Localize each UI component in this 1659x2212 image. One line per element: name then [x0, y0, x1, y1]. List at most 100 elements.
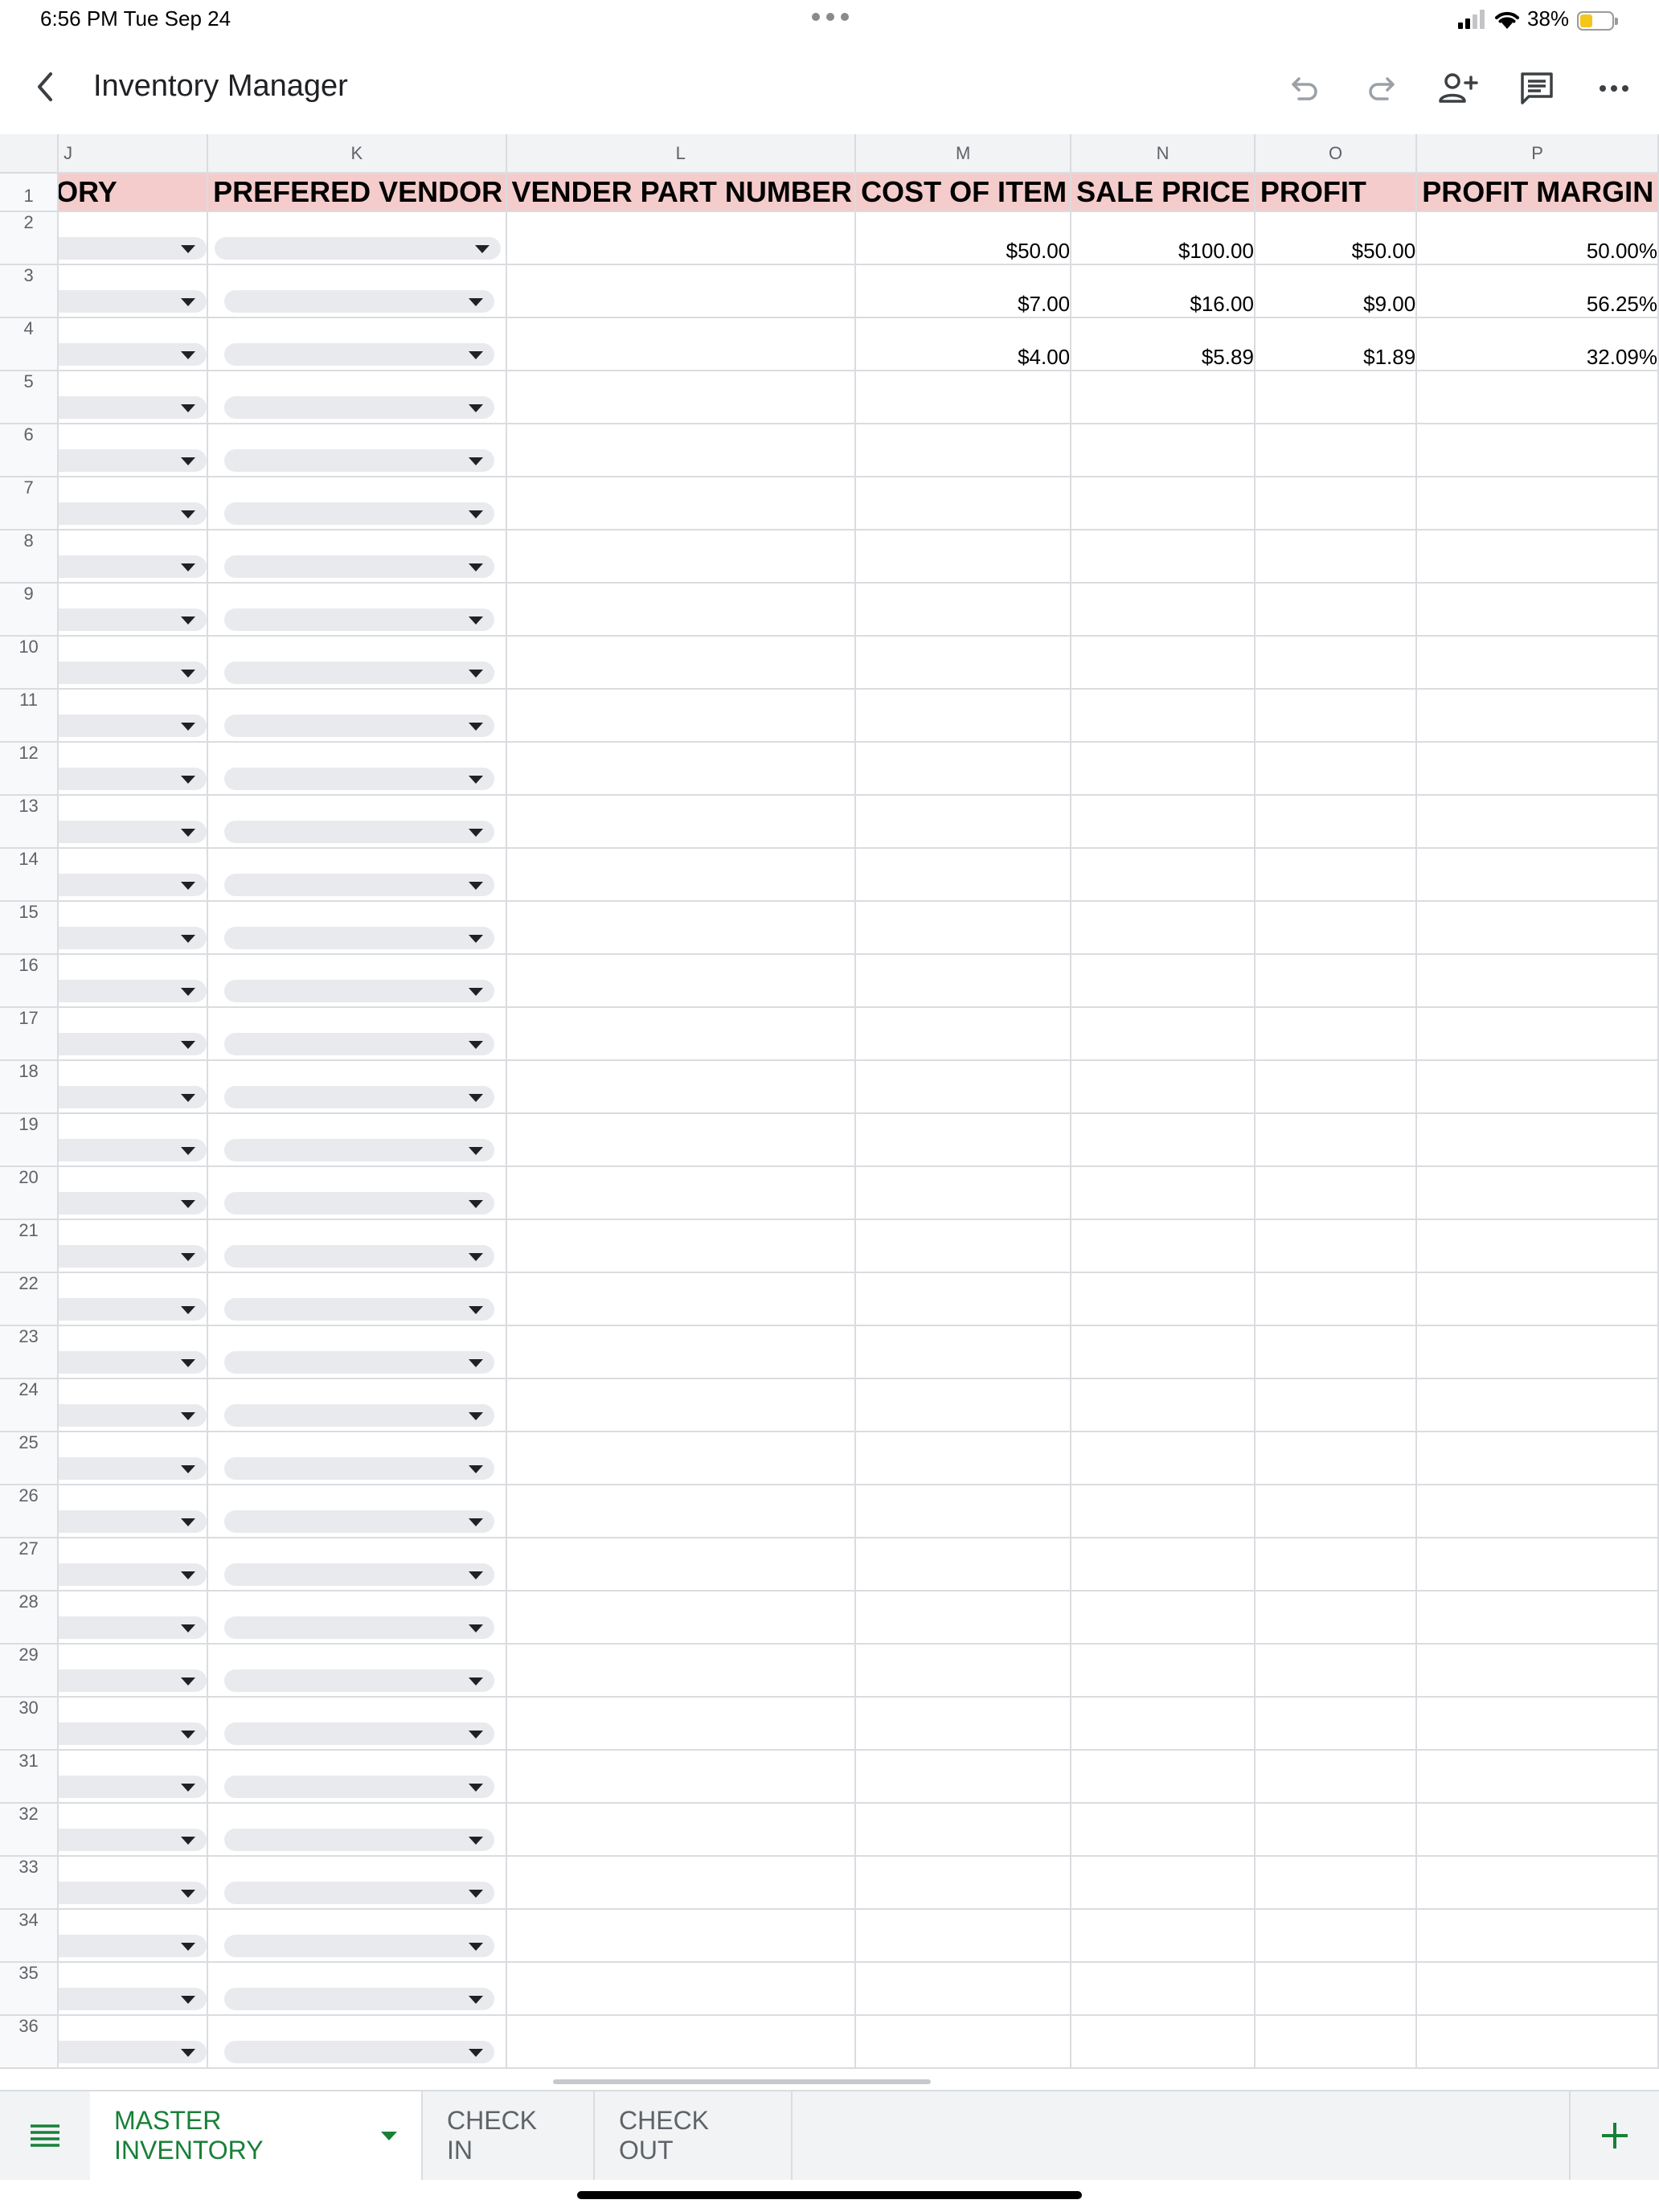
vendor-cell[interactable]: [207, 583, 507, 637]
part-number-cell[interactable]: [506, 317, 857, 371]
sale-price-cell[interactable]: $16.00: [1071, 264, 1256, 318]
profit-cell[interactable]: [1254, 1856, 1418, 1910]
sale-price-cell[interactable]: $100.00: [1071, 211, 1256, 265]
profit-margin-cell[interactable]: [1416, 742, 1659, 796]
vendor-cell[interactable]: [207, 211, 507, 265]
profit-cell[interactable]: [1254, 1962, 1418, 2016]
vendor-cell[interactable]: [207, 1909, 507, 1963]
vendor-dropdown[interactable]: [224, 343, 495, 366]
category-cell[interactable]: [58, 583, 209, 637]
cost-cell[interactable]: [855, 1909, 1072, 1963]
category-cell[interactable]: [58, 901, 209, 955]
profit-cell[interactable]: [1254, 1909, 1418, 1963]
sale-price-cell[interactable]: [1071, 1166, 1256, 1220]
sale-price-cell[interactable]: [1071, 530, 1256, 584]
row-number[interactable]: 33: [0, 1856, 59, 1910]
category-dropdown[interactable]: [58, 927, 207, 949]
sale-price-cell[interactable]: [1071, 477, 1256, 530]
vendor-dropdown[interactable]: [224, 715, 495, 737]
profit-cell[interactable]: [1254, 1272, 1418, 1326]
home-indicator[interactable]: [577, 2191, 1082, 2199]
category-dropdown[interactable]: [58, 1882, 207, 1904]
part-number-cell[interactable]: [506, 1591, 857, 1645]
redo-button[interactable]: [1358, 66, 1403, 111]
profit-margin-cell[interactable]: [1416, 848, 1659, 902]
vendor-cell[interactable]: [207, 1697, 507, 1751]
part-number-cell[interactable]: [506, 477, 857, 530]
row-number[interactable]: 12: [0, 742, 59, 796]
category-cell[interactable]: [58, 477, 209, 530]
part-number-cell[interactable]: [506, 1060, 857, 1114]
row-number[interactable]: 27: [0, 1538, 59, 1591]
vendor-cell[interactable]: [207, 1219, 507, 1273]
profit-margin-cell[interactable]: [1416, 583, 1659, 637]
sale-price-cell[interactable]: [1071, 689, 1256, 743]
category-cell[interactable]: [58, 1113, 209, 1167]
part-number-cell[interactable]: [506, 1697, 857, 1751]
multitasking-dots-icon[interactable]: [812, 8, 849, 24]
sale-price-cell[interactable]: [1071, 583, 1256, 637]
header-cell-profit-margin[interactable]: PROFIT MARGIN: [1416, 173, 1659, 212]
part-number-cell[interactable]: [506, 1219, 857, 1273]
category-dropdown[interactable]: [58, 1298, 207, 1321]
profit-cell[interactable]: $1.89: [1254, 317, 1418, 371]
profit-cell[interactable]: [1254, 689, 1418, 743]
profit-margin-cell[interactable]: [1416, 1538, 1659, 1591]
vendor-cell[interactable]: [207, 636, 507, 690]
vendor-cell[interactable]: [207, 1803, 507, 1857]
profit-cell[interactable]: [1254, 1060, 1418, 1114]
row-number[interactable]: 9: [0, 583, 59, 637]
vendor-cell[interactable]: [207, 1591, 507, 1645]
category-cell[interactable]: [58, 1856, 209, 1910]
profit-margin-cell[interactable]: [1416, 477, 1659, 530]
sale-price-cell[interactable]: [1071, 1113, 1256, 1167]
vendor-cell[interactable]: [207, 2015, 507, 2069]
sale-price-cell[interactable]: [1071, 1007, 1256, 1061]
category-cell[interactable]: [58, 1272, 209, 1326]
category-cell[interactable]: [58, 1803, 209, 1857]
cost-cell[interactable]: [855, 424, 1072, 477]
profit-margin-cell[interactable]: [1416, 1219, 1659, 1273]
profit-cell[interactable]: [1254, 1325, 1418, 1379]
cost-cell[interactable]: [855, 1378, 1072, 1432]
row-number[interactable]: 24: [0, 1378, 59, 1432]
profit-margin-cell[interactable]: [1416, 689, 1659, 743]
category-dropdown[interactable]: [58, 1616, 207, 1639]
sale-price-cell[interactable]: [1071, 1962, 1256, 2016]
cost-cell[interactable]: [855, 1219, 1072, 1273]
row-number[interactable]: 2: [0, 211, 59, 265]
row-number[interactable]: 10: [0, 636, 59, 690]
part-number-cell[interactable]: [506, 1007, 857, 1061]
row-number[interactable]: 14: [0, 848, 59, 902]
category-dropdown[interactable]: [58, 343, 207, 366]
cost-cell[interactable]: [855, 1697, 1072, 1751]
profit-margin-cell[interactable]: [1416, 2015, 1659, 2069]
profit-cell[interactable]: [1254, 1485, 1418, 1538]
vendor-dropdown[interactable]: [215, 237, 502, 260]
vendor-cell[interactable]: [207, 477, 507, 530]
category-cell[interactable]: [58, 371, 209, 424]
category-cell[interactable]: [58, 1644, 209, 1698]
part-number-cell[interactable]: [506, 901, 857, 955]
cost-cell[interactable]: [855, 689, 1072, 743]
header-cell-sale-price[interactable]: SALE PRICE: [1071, 173, 1256, 212]
profit-cell[interactable]: [1254, 1113, 1418, 1167]
share-button[interactable]: [1436, 66, 1481, 111]
profit-cell[interactable]: [1254, 2015, 1418, 2069]
sale-price-cell[interactable]: [1071, 1644, 1256, 1698]
profit-margin-cell[interactable]: 56.25%: [1416, 264, 1659, 318]
vendor-dropdown[interactable]: [224, 502, 495, 525]
profit-cell[interactable]: [1254, 1378, 1418, 1432]
row-number[interactable]: 16: [0, 954, 59, 1008]
sale-price-cell[interactable]: [1071, 424, 1256, 477]
profit-margin-cell[interactable]: [1416, 1962, 1659, 2016]
tab-check-in[interactable]: CHECK IN: [423, 2091, 595, 2180]
category-dropdown[interactable]: [58, 1086, 207, 1108]
vendor-cell[interactable]: [207, 1644, 507, 1698]
category-dropdown[interactable]: [58, 1722, 207, 1745]
part-number-cell[interactable]: [506, 2015, 857, 2069]
vendor-dropdown[interactable]: [224, 608, 495, 631]
part-number-cell[interactable]: [506, 371, 857, 424]
part-number-cell[interactable]: [506, 1856, 857, 1910]
sale-price-cell[interactable]: [1071, 2015, 1256, 2069]
